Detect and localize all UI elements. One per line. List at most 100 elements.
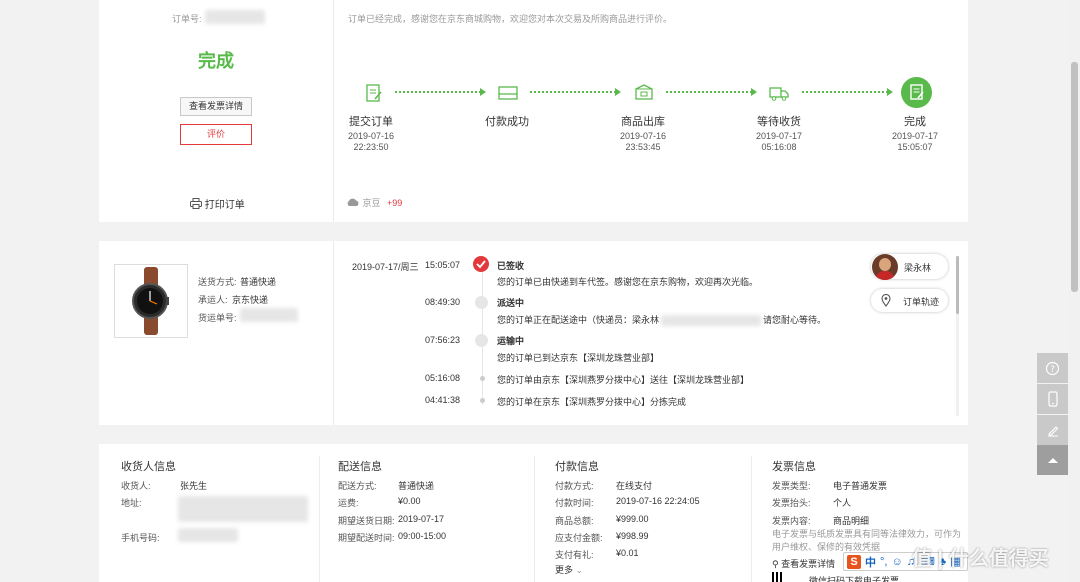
receiver-address-label: 地址:: [121, 498, 142, 508]
progress-arrow: [887, 88, 893, 96]
step-submit-date: 2019-07-16: [347, 131, 395, 141]
delivery-label: 期望配送时间:: [338, 533, 395, 543]
scrollbar-thumb[interactable]: [956, 256, 959, 314]
delivery-title: 配送信息: [338, 461, 382, 473]
package-out-icon: [635, 84, 653, 100]
event-text-part: 您的订单正在配送途中（快递员：梁永林: [497, 315, 660, 325]
scrollbar-thumb[interactable]: [1071, 62, 1078, 292]
avatar: [872, 254, 898, 280]
divider: [333, 241, 334, 425]
event-text: 您的订单在京东【深圳燕罗分拨中心】分拣完成: [497, 397, 687, 407]
signed-check-icon: [473, 256, 489, 272]
search-icon: ⚲: [772, 559, 779, 569]
ime-language[interactable]: 中: [865, 554, 876, 570]
timeline-dot: [480, 398, 485, 403]
submit-order-icon: [366, 84, 382, 102]
more-link[interactable]: 更多 ⌄: [555, 563, 583, 576]
back-to-top-button[interactable]: [1037, 445, 1068, 475]
payment-label: 商品总额:: [555, 516, 594, 526]
jingdou-reward: 京豆 +99: [346, 196, 402, 209]
event-time: 05:16:08: [425, 373, 461, 383]
jingdou-value: +99: [387, 198, 403, 208]
step-shipped-time: 23:53:45: [625, 142, 661, 152]
question-icon: ?: [1045, 361, 1060, 375]
payment-card-icon: [498, 86, 518, 100]
timeline-scrollbar[interactable]: [956, 256, 959, 416]
step-shipped-date: 2019-07-16: [619, 131, 667, 141]
printer-icon: [190, 198, 202, 212]
divider: [751, 456, 752, 582]
order-status: 完成: [198, 51, 234, 71]
punctuation-icon[interactable]: °,: [880, 556, 887, 568]
step-waiting-time: 05:16:08: [761, 142, 797, 152]
order-info-panel: 收货人信息 收货人: 张先生 地址: 手机号码: 配送信息 配送方式: 普通快递…: [99, 444, 968, 582]
step-complete-date: 2019-07-17: [891, 131, 939, 141]
edit-icon: [1047, 426, 1058, 437]
qr-code: [772, 572, 784, 582]
location-pin-icon: [881, 293, 891, 310]
chevron-up-icon: [1047, 458, 1058, 463]
step-submit-time: 22:23:50: [353, 142, 389, 152]
step-shipped-label: 商品出库: [621, 116, 665, 128]
review-button[interactable]: 评价: [180, 124, 252, 145]
help-button[interactable]: ?: [1037, 353, 1068, 383]
progress-arrow: [480, 88, 486, 96]
payment-label: 付款时间:: [555, 498, 594, 508]
delivery-value: 2019-07-17: [398, 514, 445, 524]
delivery-value: 09:00-15:00: [398, 531, 447, 541]
payment-value: 2019-07-16 22:24:05: [616, 496, 700, 506]
print-order-link[interactable]: 打印订单: [190, 196, 245, 212]
watermark: 值 | 什么值得买: [912, 548, 1049, 570]
phone-icon: [1047, 391, 1058, 407]
payment-value: ¥0.01: [616, 548, 639, 558]
transit-status-icon: [475, 334, 488, 347]
invoice-head-label: 发票抬头:: [772, 498, 811, 508]
carrier-label: 承运人:: [198, 295, 228, 305]
payment-value: ¥998.99: [616, 531, 649, 541]
chevron-down-icon: ⌄: [575, 565, 584, 575]
event-text: 您的订单由京东【深圳燕罗分拨中心】送往【深圳龙珠营业部】: [497, 375, 750, 385]
event-title: 派送中: [497, 298, 525, 308]
timeline-dot: [480, 376, 485, 381]
courier-card[interactable]: 梁永林: [871, 254, 948, 280]
emoji-icon[interactable]: ☺: [891, 556, 902, 568]
jingdou-label: 京豆: [362, 198, 381, 208]
invoice-type-label: 发票类型:: [772, 481, 811, 491]
step-complete-time: 15:05:07: [897, 142, 933, 152]
more-label: 更多: [555, 565, 574, 575]
product-image[interactable]: [114, 264, 188, 338]
divider: [319, 456, 320, 582]
order-track-button[interactable]: 订单轨迹: [871, 289, 948, 312]
payment-value: ¥999.00: [616, 514, 649, 524]
carrier-value: 京东快递: [232, 295, 269, 305]
page-scrollbar[interactable]: [1069, 0, 1080, 582]
tracking-no-label: 货运单号:: [198, 313, 237, 323]
divider: [534, 456, 535, 582]
tracking-no-value: [240, 308, 298, 322]
view-invoice-link[interactable]: ⚲ 查看发票详情: [772, 557, 835, 570]
feedback-button[interactable]: [1037, 415, 1068, 445]
invoice-content-value: 商品明细: [833, 516, 870, 526]
delivery-truck-icon: [769, 87, 789, 101]
qr-hint: 微信扫码下载电子发票: [809, 576, 900, 582]
cloud-icon: [346, 198, 360, 209]
payment-label: 付款方式:: [555, 481, 594, 491]
step-paid-label: 付款成功: [485, 116, 529, 128]
order-number-value: [205, 10, 265, 24]
payment-label: 支付有礼:: [555, 550, 594, 560]
event-time: 08:49:30: [425, 297, 461, 307]
svg-text:?: ?: [1050, 365, 1055, 375]
print-order-label: 打印订单: [204, 200, 245, 211]
step-complete-label: 完成: [904, 116, 926, 128]
event-title: 已签收: [497, 261, 525, 271]
view-invoice-label: 查看发票详情: [781, 559, 836, 569]
delivery-label: 运费:: [338, 498, 359, 508]
view-invoice-button[interactable]: 查看发票详情: [180, 97, 252, 116]
divider: [333, 0, 334, 222]
progress-connector: [802, 91, 888, 93]
mobile-button[interactable]: [1037, 384, 1068, 414]
delivery-label: 期望送货日期:: [338, 516, 395, 526]
receiver-name-label: 收货人:: [121, 481, 151, 491]
receiver-phone-value: [178, 528, 238, 542]
payment-value: 在线支付: [616, 481, 653, 491]
